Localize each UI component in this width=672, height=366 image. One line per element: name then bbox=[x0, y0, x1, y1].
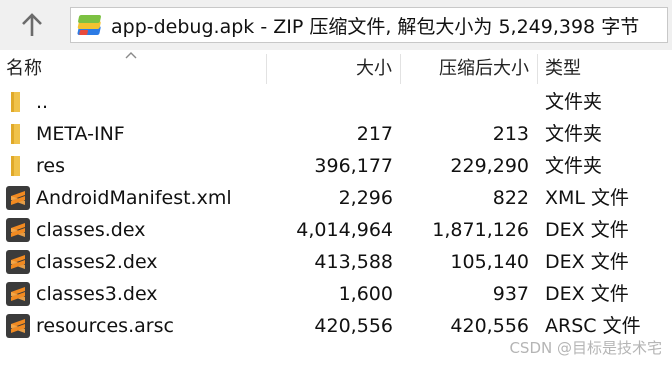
file-type: DEX 文件 bbox=[545, 219, 629, 241]
sublime-file-icon bbox=[6, 314, 30, 338]
column-header-compressed-size[interactable]: 压缩后大小 bbox=[401, 50, 529, 86]
folder-icon bbox=[11, 92, 20, 112]
toolbar: app-debug.apk - ZIP 压缩文件, 解包大小为 5,249,39… bbox=[0, 0, 672, 50]
file-row[interactable]: classes.dex 4,014,964 1,871,126 DEX 文件 bbox=[0, 214, 672, 246]
file-name: AndroidManifest.xml bbox=[36, 187, 232, 209]
file-name: .. bbox=[36, 91, 49, 113]
file-name: classes2.dex bbox=[36, 251, 158, 273]
column-header-type[interactable]: 类型 bbox=[545, 50, 665, 86]
file-name: res bbox=[36, 155, 65, 177]
file-compressed-size: 1,871,126 bbox=[432, 219, 529, 241]
sublime-file-icon bbox=[6, 218, 30, 242]
file-size: 1,600 bbox=[338, 283, 393, 305]
watermark: CSDN @目标是技术宅 bbox=[509, 339, 662, 357]
arrow-up-icon bbox=[22, 13, 42, 36]
file-name: classes3.dex bbox=[36, 283, 158, 305]
column-divider[interactable] bbox=[537, 54, 538, 84]
file-compressed-size: 822 bbox=[492, 187, 529, 209]
file-size: 2,296 bbox=[338, 187, 393, 209]
file-type: 文件夹 bbox=[545, 155, 603, 177]
sublime-file-icon bbox=[6, 282, 30, 306]
file-type: DEX 文件 bbox=[545, 251, 629, 273]
up-button[interactable] bbox=[10, 7, 54, 43]
sublime-file-icon bbox=[6, 250, 30, 274]
file-row[interactable]: META-INF 217 213 文件夹 bbox=[0, 118, 672, 150]
file-size: 420,556 bbox=[314, 315, 393, 337]
file-type: 文件夹 bbox=[545, 91, 603, 113]
file-name: classes.dex bbox=[36, 219, 146, 241]
file-size: 396,177 bbox=[314, 155, 393, 177]
column-header-name[interactable]: 名称 bbox=[6, 50, 266, 86]
file-size: 413,588 bbox=[314, 251, 393, 273]
file-type: XML 文件 bbox=[545, 187, 630, 209]
file-size: 4,014,964 bbox=[296, 219, 393, 241]
folder-icon bbox=[11, 124, 20, 144]
column-header-size[interactable]: 大小 bbox=[267, 50, 394, 86]
file-size: 217 bbox=[356, 123, 393, 145]
file-compressed-size: 213 bbox=[492, 123, 529, 145]
file-type: DEX 文件 bbox=[545, 283, 629, 305]
folder-icon bbox=[11, 156, 20, 176]
file-row[interactable]: res 396,177 229,290 文件夹 bbox=[0, 150, 672, 182]
file-row[interactable]: classes3.dex 1,600 937 DEX 文件 bbox=[0, 278, 672, 310]
file-row[interactable]: AndroidManifest.xml 2,296 822 XML 文件 bbox=[0, 182, 672, 214]
address-bar[interactable]: app-debug.apk - ZIP 压缩文件, 解包大小为 5,249,39… bbox=[70, 7, 668, 43]
file-compressed-size: 937 bbox=[492, 283, 529, 305]
sublime-file-icon bbox=[6, 186, 30, 210]
file-compressed-size: 105,140 bbox=[450, 251, 529, 273]
file-name: META-INF bbox=[36, 123, 125, 145]
file-compressed-size: 229,290 bbox=[450, 155, 529, 177]
column-header: 名称 大小 压缩后大小 类型 bbox=[0, 50, 672, 86]
file-type: 文件夹 bbox=[545, 123, 603, 145]
file-row[interactable]: classes2.dex 413,588 105,140 DEX 文件 bbox=[0, 246, 672, 278]
address-text: app-debug.apk - ZIP 压缩文件, 解包大小为 5,249,39… bbox=[111, 15, 640, 38]
file-row[interactable]: .. 文件夹 bbox=[0, 86, 672, 118]
bluestacks-app-icon bbox=[77, 15, 101, 35]
file-name: resources.arsc bbox=[36, 315, 174, 337]
